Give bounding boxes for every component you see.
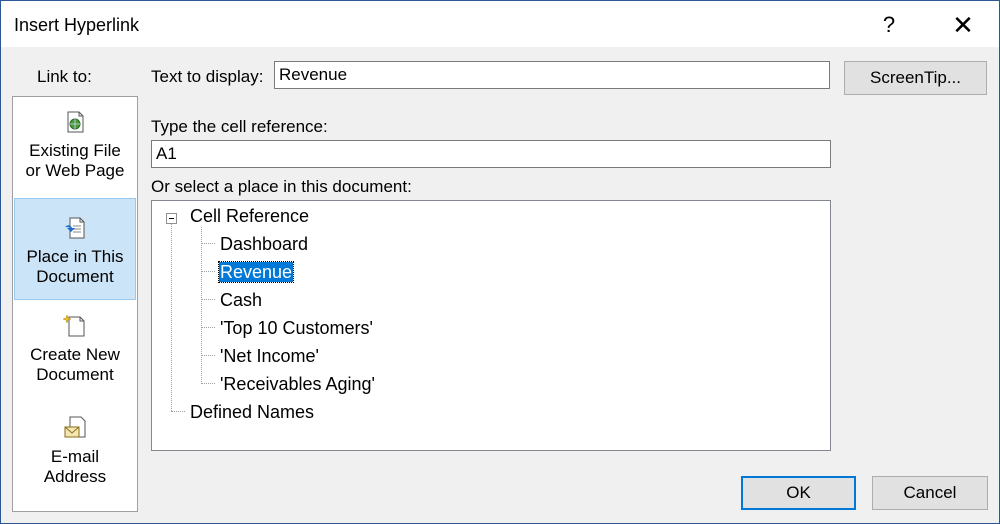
sidebar-item-label: Create New [30, 345, 120, 364]
tree-connector [201, 227, 202, 384]
text-to-display-input[interactable] [274, 61, 830, 89]
create-new-document-icon [62, 314, 85, 337]
email-address-icon [64, 416, 86, 438]
tree-node-cell-reference[interactable]: Cell Reference [190, 205, 309, 227]
tree-node-sheet[interactable]: Dashboard [220, 233, 308, 255]
existing-file-icon [67, 111, 84, 133]
sidebar-item-place-in-document[interactable]: Place in This Document [14, 198, 136, 300]
select-place-label: Or select a place in this document: [151, 177, 412, 196]
tree-connector [201, 243, 215, 244]
cell-reference-label: Type the cell reference: [151, 117, 328, 136]
tree-node-sheet-selected[interactable]: Revenue [217, 261, 295, 283]
tree-node-sheet[interactable]: 'Top 10 Customers' [220, 317, 373, 339]
ok-button[interactable]: OK [741, 476, 856, 510]
sidebar-item-label: Existing File [29, 141, 121, 160]
tree-connector [171, 411, 185, 412]
place-in-document-icon [65, 217, 85, 239]
tree-connector [201, 355, 215, 356]
tree-connector [201, 271, 215, 272]
link-to-label: Link to: [37, 67, 92, 86]
close-button[interactable]: ✕ [943, 11, 983, 39]
tree-connector [201, 327, 215, 328]
cancel-button[interactable]: Cancel [872, 476, 988, 510]
collapse-toggle-icon[interactable] [166, 213, 177, 224]
tree-connector [201, 383, 215, 384]
sidebar-item-label: or Web Page [25, 161, 125, 180]
tree-connector [171, 223, 172, 411]
tree-connector [201, 299, 215, 300]
sidebar-item-email-address[interactable]: E-mail Address [14, 415, 136, 515]
tree-node-defined-names[interactable]: Defined Names [190, 401, 314, 423]
sidebar-item-label: E-mail [50, 447, 100, 466]
cell-reference-input[interactable] [151, 140, 831, 168]
title-bar: Insert Hyperlink ? ✕ [1, 1, 999, 47]
tree-node-sheet[interactable]: Cash [220, 289, 262, 311]
insert-hyperlink-dialog: Insert Hyperlink ? ✕ Link to: Existing F… [0, 0, 1000, 524]
help-button[interactable]: ? [869, 11, 909, 39]
tree-node-sheet[interactable]: 'Net Income' [220, 345, 319, 367]
screentip-button[interactable]: ScreenTip... [844, 61, 987, 95]
sidebar-item-create-new-document[interactable]: Create New Document [14, 313, 136, 413]
sidebar-item-label: Document [36, 365, 114, 384]
sidebar-item-existing-file[interactable]: Existing File or Web Page [14, 109, 136, 209]
link-to-sidebar: Existing File or Web Page Place in This Do… [12, 96, 138, 512]
dialog-title: Insert Hyperlink [14, 15, 140, 35]
document-place-tree[interactable]: Cell Reference Dashboard Revenue Cash 'T… [151, 200, 831, 451]
sidebar-item-label: Place in This [26, 247, 124, 266]
text-to-display-label: Text to display: [151, 67, 264, 86]
tree-node-sheet[interactable]: 'Receivables Aging' [220, 373, 375, 395]
sidebar-item-label: Address [43, 467, 107, 486]
sidebar-item-label: Document [36, 267, 114, 286]
